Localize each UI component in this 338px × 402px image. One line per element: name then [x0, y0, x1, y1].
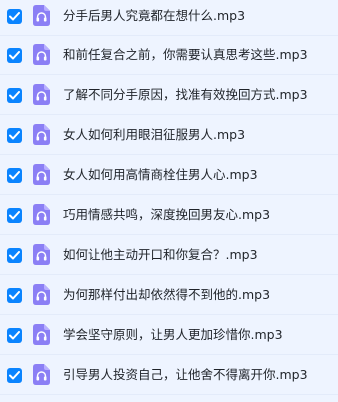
- file-row[interactable]: 女人如何用高情商栓住男人心.mp3: [0, 156, 338, 195]
- checkbox[interactable]: [7, 48, 22, 63]
- checkmark-icon: [9, 331, 20, 340]
- checkmark-icon: [9, 51, 20, 60]
- file-row[interactable]: 为何那样付出却依然得不到他的.mp3: [0, 276, 338, 315]
- checkmark-icon: [9, 12, 20, 21]
- checkmark-icon: [9, 291, 20, 300]
- file-name: 女人如何利用眼泪征服男人.mp3: [63, 127, 246, 142]
- file-name: 分手后男人究竟都在想什么.mp3: [63, 8, 246, 23]
- file-row[interactable]: 引导男人投资自己，让他舍不得离开你.mp3: [0, 356, 338, 395]
- checkmark-icon: [9, 171, 20, 180]
- audio-file-icon: [33, 5, 50, 26]
- file-name: 了解不同分手原因，找准有效挽回方式.mp3: [63, 87, 308, 102]
- audio-file-icon: [33, 124, 50, 145]
- file-row[interactable]: 学会坚守原则，让男人更加珍惜你.mp3: [0, 316, 338, 355]
- checkbox[interactable]: [7, 328, 22, 343]
- audio-file-icon: [33, 244, 50, 265]
- file-row[interactable]: 和前任复合之前，你需要认真思考这些.mp3: [0, 36, 338, 75]
- file-name: 如何让他主动开口和你复合？.mp3: [63, 247, 258, 262]
- checkbox[interactable]: [7, 9, 22, 24]
- file-name: 学会坚守原则，让男人更加珍惜你.mp3: [63, 327, 283, 342]
- checkbox[interactable]: [7, 208, 22, 223]
- file-row[interactable]: 巧用情感共鸣，深度挽回男友心.mp3: [0, 196, 338, 235]
- file-name: 女人如何用高情商栓住男人心.mp3: [63, 167, 258, 182]
- file-name: 为何那样付出却依然得不到他的.mp3: [63, 287, 271, 302]
- checkmark-icon: [9, 371, 20, 380]
- audio-file-icon: [33, 84, 50, 105]
- checkmark-icon: [9, 91, 20, 100]
- audio-file-icon: [33, 204, 50, 225]
- file-row[interactable]: 女人如何利用眼泪征服男人.mp3: [0, 116, 338, 155]
- checkbox[interactable]: [7, 88, 22, 103]
- checkbox[interactable]: [7, 248, 22, 263]
- audio-file-icon: [33, 44, 50, 65]
- checkmark-icon: [9, 131, 20, 140]
- checkbox[interactable]: [7, 168, 22, 183]
- audio-file-icon: [33, 284, 50, 305]
- checkbox[interactable]: [7, 288, 22, 303]
- audio-file-icon: [33, 364, 50, 385]
- checkmark-icon: [9, 251, 20, 260]
- file-row[interactable]: 如何让他主动开口和你复合？.mp3: [0, 236, 338, 275]
- file-name: 和前任复合之前，你需要认真思考这些.mp3: [63, 47, 308, 62]
- checkmark-icon: [9, 211, 20, 220]
- file-row[interactable]: 分手后男人究竟都在想什么.mp3: [0, 0, 338, 36]
- audio-file-icon: [33, 324, 50, 345]
- file-name: 巧用情感共鸣，深度挽回男友心.mp3: [63, 207, 271, 222]
- file-name: 引导男人投资自己，让他舍不得离开你.mp3: [63, 367, 308, 382]
- audio-file-icon: [33, 164, 50, 185]
- checkbox[interactable]: [7, 128, 22, 143]
- checkbox[interactable]: [7, 368, 22, 383]
- file-row[interactable]: 了解不同分手原因，找准有效挽回方式.mp3: [0, 76, 338, 115]
- file-list: 分手后男人究竟都在想什么.mp3 和前任复合之前，你需要认真思考这些.mp3 了…: [0, 0, 338, 402]
